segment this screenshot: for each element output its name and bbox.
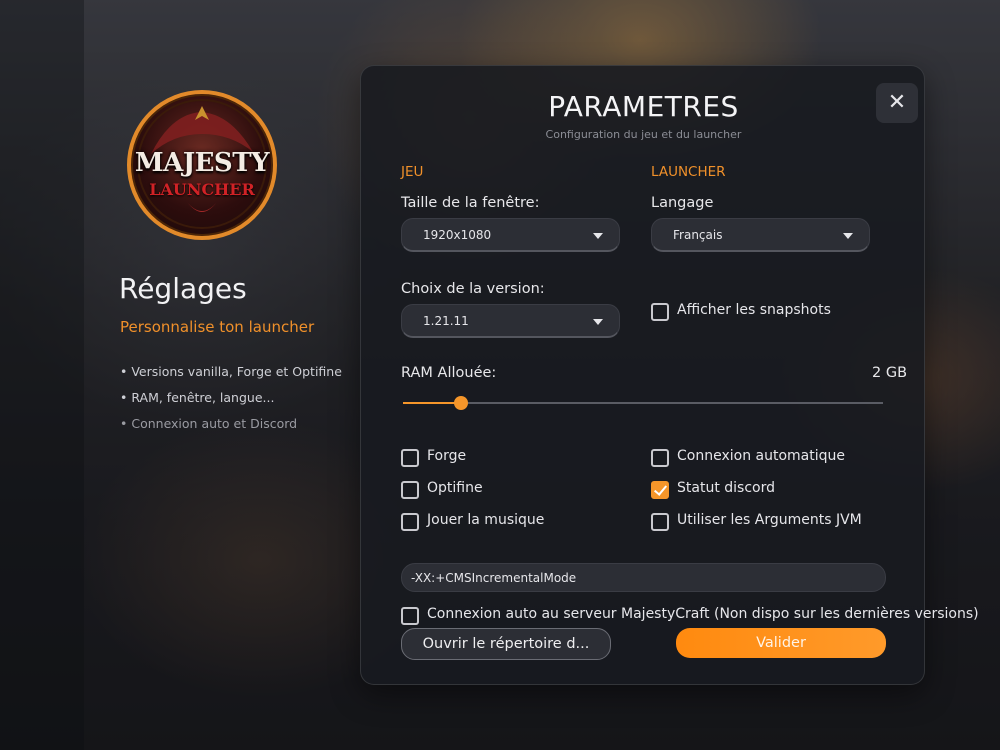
ram-label: RAM Allouée: bbox=[401, 365, 497, 381]
sidebar-features: • Versions vanilla, Forge et Optifine • … bbox=[120, 364, 342, 442]
jvm-args-label: Utiliser les Arguments JVM bbox=[677, 512, 862, 528]
auto-connect-server-checkbox[interactable] bbox=[401, 607, 419, 625]
panel-title: PARAMETRES bbox=[548, 90, 739, 123]
optifine-label: Optifine bbox=[427, 480, 483, 496]
auto-login-checkbox[interactable] bbox=[651, 449, 669, 467]
music-checkbox[interactable] bbox=[401, 513, 419, 531]
ram-value: 2 GB bbox=[872, 365, 908, 381]
sidebar-subtitle: Personnalise ton launcher bbox=[120, 318, 315, 336]
auto-login-label: Connexion automatique bbox=[677, 448, 845, 464]
open-directory-button[interactable]: Ouvrir le répertoire d... bbox=[401, 628, 611, 660]
chevron-down-icon bbox=[593, 319, 603, 325]
section-game: JEU bbox=[401, 164, 424, 180]
auto-connect-server-label: Connexion auto au serveur MajestyCraft (… bbox=[427, 606, 979, 622]
settings-panel: ✕ PARAMETRES Configuration du jeu et du … bbox=[360, 65, 979, 685]
logo-subtitle: LAUNCHER bbox=[149, 180, 255, 199]
language-label: Langage bbox=[651, 195, 714, 211]
language-select[interactable]: Français bbox=[651, 218, 870, 252]
jvm-args-input[interactable]: -XX:+CMSIncrementalMode bbox=[401, 563, 886, 592]
jvm-args-checkbox[interactable] bbox=[651, 513, 669, 531]
window-size-select[interactable]: 1920x1080 bbox=[401, 218, 620, 252]
panel-subtitle: Configuration du jeu et du launcher bbox=[545, 128, 742, 141]
version-select[interactable]: 1.21.11 bbox=[401, 304, 620, 338]
feature-item: • RAM, fenêtre, langue... bbox=[120, 390, 275, 405]
majesty-logo: MAJESTY LAUNCHER bbox=[127, 90, 277, 240]
validate-button[interactable]: Valider bbox=[676, 628, 886, 658]
version-value: 1.21.11 bbox=[423, 314, 469, 328]
music-label: Jouer la musique bbox=[427, 512, 545, 528]
logo-title: MAJESTY bbox=[134, 148, 270, 178]
forge-label: Forge bbox=[427, 448, 467, 464]
ram-slider-fill bbox=[403, 402, 461, 404]
feature-item: • Connexion auto et Discord bbox=[120, 416, 298, 431]
window-size-label: Taille de la fenêtre: bbox=[401, 195, 540, 211]
section-launcher: LAUNCHER bbox=[651, 164, 726, 180]
chevron-down-icon bbox=[593, 233, 603, 239]
chevron-down-icon bbox=[843, 233, 853, 239]
discord-status-checkbox[interactable] bbox=[651, 481, 669, 499]
optifine-checkbox[interactable] bbox=[401, 481, 419, 499]
feature-item: • Versions vanilla, Forge et Optifine bbox=[120, 364, 342, 379]
discord-status-label: Statut discord bbox=[677, 480, 775, 496]
left-navigation-strip bbox=[0, 0, 84, 750]
version-label: Choix de la version: bbox=[401, 281, 545, 297]
window-size-value: 1920x1080 bbox=[423, 228, 492, 242]
ram-slider[interactable] bbox=[403, 396, 883, 410]
snapshots-checkbox[interactable] bbox=[651, 303, 669, 321]
sidebar-title: Réglages bbox=[119, 272, 247, 305]
checkmark-icon bbox=[653, 482, 668, 496]
forge-checkbox[interactable] bbox=[401, 449, 419, 467]
snapshots-label: Afficher les snapshots bbox=[677, 302, 831, 318]
language-value: Français bbox=[673, 228, 723, 242]
ram-slider-thumb[interactable] bbox=[453, 396, 468, 410]
